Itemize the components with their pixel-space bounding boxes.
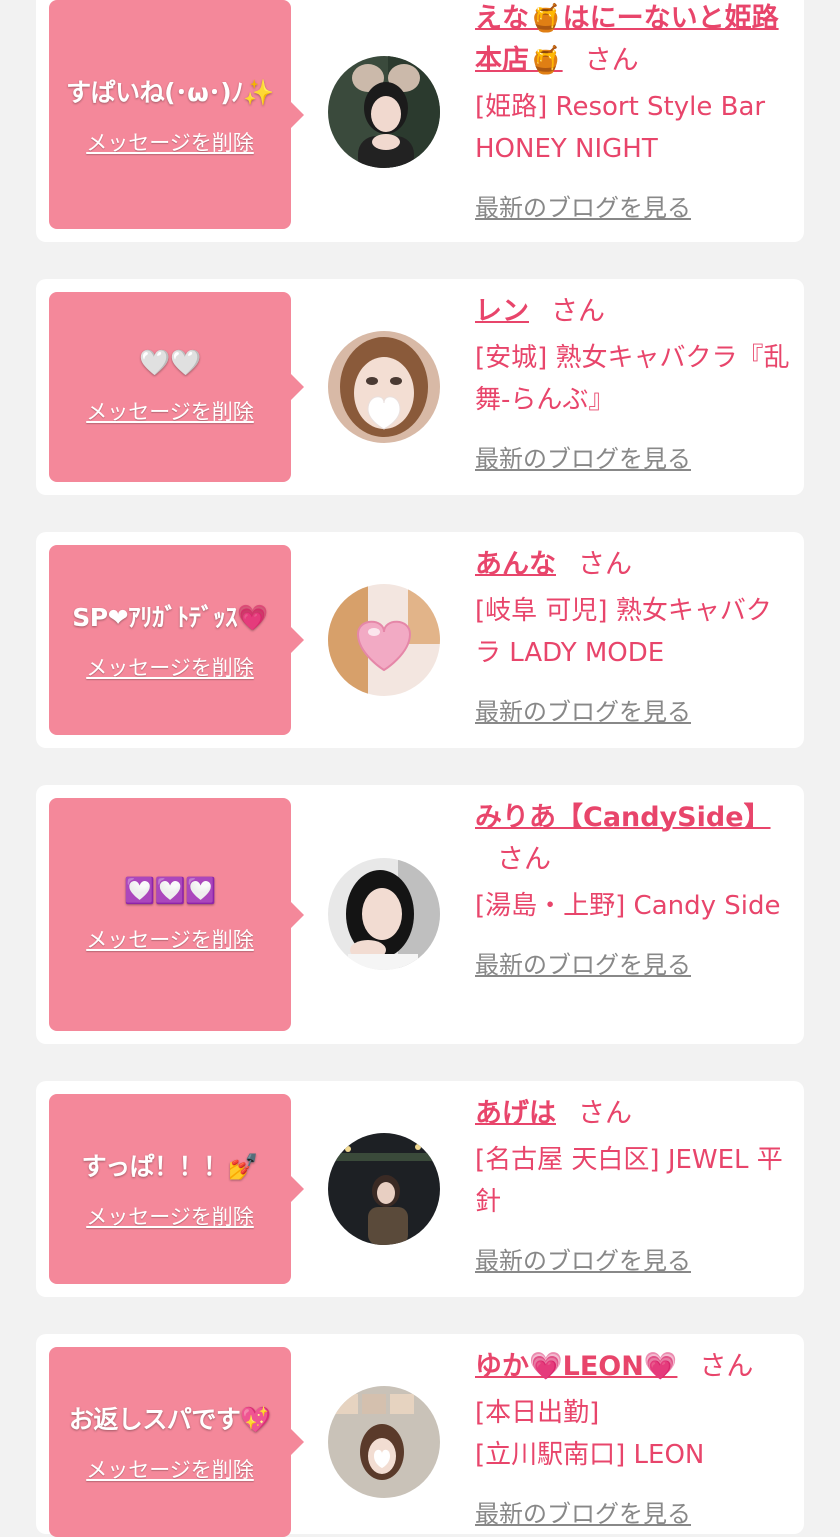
honorific: さん [497,844,551,875]
honorific: さん [699,1351,754,1382]
avatar[interactable] [328,1386,440,1498]
message-card: 🤍🤍 メッセージを削除 レン さん [安城] 熟女キャバクラ『乱舞-らんぶ』 最新… [36,279,804,495]
cast-name-link[interactable]: レン [475,296,529,327]
cast-info: みりあ【CandySide】さん [湯島・上野] Candy Side 最新のブ… [475,797,795,980]
message-text: 💟💟💟 [124,875,216,905]
message-card: すぱいね(･ω･)ﾉ✨ メッセージを削除 えな🍯はにーないと姫路本店🍯 さん [姫… [36,0,804,242]
cast-name-link[interactable]: あげは [475,1098,556,1129]
latest-blog-link[interactable]: 最新のブログを見る [475,188,691,223]
honorific: さん [584,45,639,76]
cast-info: えな🍯はにーないと姫路本店🍯 さん [姫路] Resort Style Bar H… [475,0,795,223]
shop-name: [本日出勤] [立川駅南口] LEON [475,1398,705,1470]
cast-name-link[interactable]: ゆか💗LEON💗 [475,1351,677,1382]
delete-message-link[interactable]: メッセージを削除 [86,924,254,954]
shop-name: [名古屋 天白区] JEWEL 平針 [475,1145,783,1217]
cast-info: あげは さん [名古屋 天白区] JEWEL 平針 最新のブログを見る [475,1093,795,1276]
cast-info: レン さん [安城] 熟女キャバクラ『乱舞-らんぶ』 最新のブログを見る [475,291,795,474]
message-card: すっぱ！！！💅 メッセージを削除 あげは さん [名古屋 天白区] JEWEL 平… [36,1081,804,1297]
avatar[interactable] [328,584,440,696]
message-text: すっぱ！！！💅 [81,1152,259,1181]
message-card: SP❤ｱﾘｶﾞﾄﾃﾞｯｽ💗 メッセージを削除 あんな さん [岐阜 可児] 熟女キ… [36,532,804,748]
message-bubble: お返しスパです💖 メッセージを削除 [49,1347,304,1537]
cast-name-link[interactable]: あんな [475,549,556,580]
message-text: SP❤ｱﾘｶﾞﾄﾃﾞｯｽ💗 [72,603,268,632]
message-text: すぱいね(･ω･)ﾉ✨ [66,77,274,107]
cast-info: ゆか💗LEON💗 さん [本日出勤] [立川駅南口] LEON 最新のブログを見る [475,1346,795,1529]
message-bubble: すぱいね(･ω･)ﾉ✨ メッセージを削除 [49,0,304,229]
shop-name: [湯島・上野] Candy Side [475,891,781,921]
honorific: さん [578,1098,632,1129]
latest-blog-link[interactable]: 最新のブログを見る [475,1494,691,1529]
message-card: お返しスパです💖 メッセージを削除 ゆか💗LEON💗 さん [本日出勤] [立川駅… [36,1334,804,1537]
delete-message-link[interactable]: メッセージを削除 [86,1454,254,1484]
shop-name: [岐阜 可児] 熟女キャバクラ LADY MODE [475,596,772,668]
message-card: 💟💟💟 メッセージを削除 みりあ【CandySide】さん [湯島・上野] Ca… [36,785,804,1044]
cast-info: あんな さん [岐阜 可児] 熟女キャバクラ LADY MODE 最新のブログを見… [475,544,795,727]
shop-name: [姫路] Resort Style Bar HONEY NIGHT [475,92,766,164]
delete-message-link[interactable]: メッセージを削除 [86,127,254,157]
honorific: さん [551,296,605,327]
latest-blog-link[interactable]: 最新のブログを見る [475,692,691,727]
honorific: さん [578,549,632,580]
cast-name-link[interactable]: みりあ【CandySide】 [475,802,771,833]
message-bubble: 💟💟💟 メッセージを削除 [49,798,304,1031]
delete-message-link[interactable]: メッセージを削除 [86,652,254,682]
avatar[interactable] [328,858,440,970]
avatar[interactable] [328,331,440,443]
avatar[interactable] [328,56,440,168]
message-bubble: 🤍🤍 メッセージを削除 [49,292,304,482]
latest-blog-link[interactable]: 最新のブログを見る [475,945,691,980]
message-bubble: SP❤ｱﾘｶﾞﾄﾃﾞｯｽ💗 メッセージを削除 [49,545,304,735]
message-text: 🤍🤍 [139,348,201,377]
avatar[interactable] [328,1133,440,1245]
delete-message-link[interactable]: メッセージを削除 [86,1201,254,1231]
message-bubble: すっぱ！！！💅 メッセージを削除 [49,1094,304,1284]
message-text: お返しスパです💖 [68,1405,272,1434]
shop-name: [安城] 熟女キャバクラ『乱舞-らんぶ』 [475,343,790,415]
latest-blog-link[interactable]: 最新のブログを見る [475,1241,691,1276]
latest-blog-link[interactable]: 最新のブログを見る [475,439,691,474]
delete-message-link[interactable]: メッセージを削除 [86,396,254,426]
